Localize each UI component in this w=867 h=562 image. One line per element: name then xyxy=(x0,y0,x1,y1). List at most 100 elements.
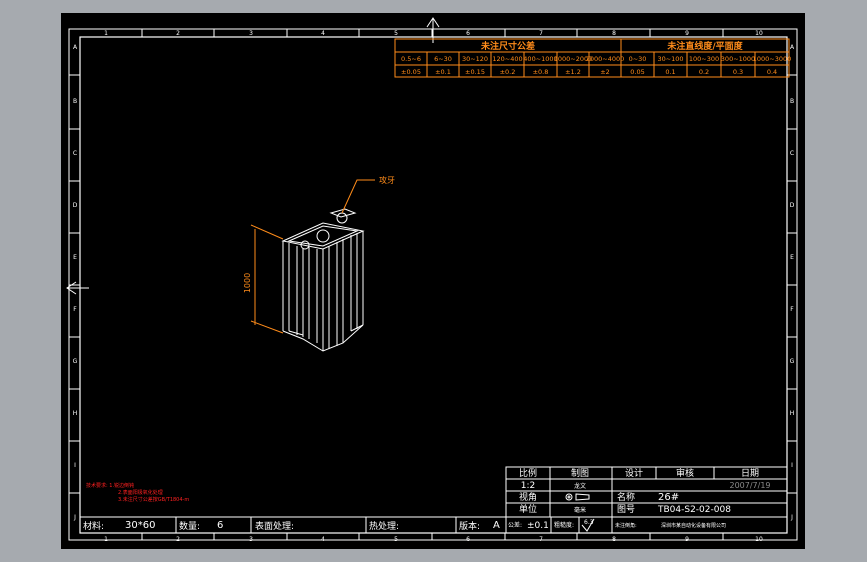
drawing-no-label: 图号 xyxy=(617,504,635,515)
grid-markers: 1 1 2 2 3 3 4 4 5 5 6 6 7 7 8 8 9 9 10 10 A A B B C C D D E E F F G G H H I I… xyxy=(69,29,797,543)
linear-range-cell: 400~1000 xyxy=(523,55,557,63)
linear-range-cell: 120~400 xyxy=(492,55,522,63)
heat-label: 热处理: xyxy=(369,520,399,532)
drawing-sheet: 1 1 2 2 3 3 4 4 5 5 6 6 7 7 8 8 9 9 10 10 A A B B C C D D E E F F G G H H I I… xyxy=(61,13,805,549)
version-value: A xyxy=(493,520,500,531)
grid-row-label: D xyxy=(73,202,78,209)
tolerance-value: ±0.1 xyxy=(527,521,549,531)
grid-row-label: A xyxy=(790,44,795,51)
grid-row-label: H xyxy=(73,410,78,417)
chamfer-label: 未注倒角: xyxy=(615,522,637,529)
grid-row-label: I xyxy=(791,462,793,469)
callout-label: 攻牙 xyxy=(379,175,395,185)
linear-value-cell: ±0.2 xyxy=(500,68,516,76)
version-label: 版本: xyxy=(459,520,480,532)
grid-row-label: G xyxy=(790,358,795,365)
angular-range-cell: 1000~3000 xyxy=(753,55,792,63)
grid-row-label: F xyxy=(73,306,77,313)
surface-label: 表面处理: xyxy=(255,520,294,532)
grid-col-label: 7 xyxy=(539,536,543,543)
grid-col-label: 2 xyxy=(176,30,180,37)
angular-value-cell: 0.05 xyxy=(630,68,644,76)
projection-symbol-icon xyxy=(565,493,590,501)
date-value: 2007/7/19 xyxy=(729,481,770,490)
grid-row-label: E xyxy=(73,254,77,261)
grid-col-label: 9 xyxy=(685,30,689,37)
material-label: 材料: xyxy=(83,520,104,532)
name-value: 26# xyxy=(658,492,679,503)
grid-col-label: 2 xyxy=(176,536,180,543)
grid-col-label: 7 xyxy=(539,30,543,37)
grid-col-label: 5 xyxy=(394,30,398,37)
callout-leader xyxy=(341,179,375,214)
linear-range-cell: 0.5~6 xyxy=(401,55,421,63)
review-label: 审核 xyxy=(676,467,694,479)
dimension-label: 1000 xyxy=(243,273,252,293)
dimension-line xyxy=(250,224,284,334)
grid-col-label: 4 xyxy=(321,30,325,37)
aluminum-profile-view xyxy=(281,208,365,352)
angular-range-cell: 300~1000 xyxy=(721,55,755,63)
scale-value: 1:2 xyxy=(521,481,535,491)
grid-col-label: 9 xyxy=(685,536,689,543)
angular-range-cell: 100~300 xyxy=(689,55,719,63)
angular-value-cell: 0.4 xyxy=(767,68,777,76)
grid-row-label: I xyxy=(74,462,76,469)
grid-row-label: C xyxy=(73,150,77,157)
linear-value-cell: ±0.1 xyxy=(435,68,451,76)
linear-value-cell: ±2 xyxy=(600,68,610,76)
grid-row-label: F xyxy=(790,306,794,313)
angle-label: 视角 xyxy=(519,491,537,503)
tolerance-label: 公差: xyxy=(508,521,522,529)
inner-frame xyxy=(79,36,788,534)
roughness-label: 粗糙度: xyxy=(554,521,574,529)
grid-col-label: 3 xyxy=(249,30,253,37)
angular-tolerance-title: 未注直线度/平面度 xyxy=(666,40,743,52)
angular-value-cell: 0.3 xyxy=(733,68,743,76)
grid-row-label: C xyxy=(790,150,794,157)
grid-row-label: D xyxy=(790,202,795,209)
linear-value-cell: ±0.8 xyxy=(533,68,549,76)
grid-row-label: H xyxy=(790,410,795,417)
note-line-1: 技术要求: 1.锐边倒钝 xyxy=(86,482,134,489)
outer-frame xyxy=(68,28,798,541)
linear-range-cell: 2000~4000 xyxy=(586,55,625,63)
draw-sub: 龙文 xyxy=(574,482,586,490)
grid-col-label: 10 xyxy=(755,536,763,543)
note-line-2: 2.表面阳极氧化处理 xyxy=(118,489,163,496)
unit-value: 毫米 xyxy=(574,506,586,514)
grid-row-label: A xyxy=(73,44,78,51)
grid-row-label: J xyxy=(790,514,793,521)
angular-value-cell: 0.2 xyxy=(699,68,709,76)
name-label: 名称 xyxy=(617,491,635,503)
grid-col-label: 4 xyxy=(321,536,325,543)
quantity-value: 6 xyxy=(217,520,223,531)
scale-label: 比例 xyxy=(519,467,537,479)
grid-col-label: 1 xyxy=(104,536,108,543)
unit-label: 单位 xyxy=(519,503,537,515)
grid-col-label: 6 xyxy=(466,30,470,37)
linear-value-cell: ±0.15 xyxy=(465,68,485,76)
quantity-label: 数量: xyxy=(179,520,200,532)
linear-value-cell: ±0.05 xyxy=(401,68,421,76)
linear-range-cell: 6~30 xyxy=(434,55,452,63)
grid-row-label: E xyxy=(790,254,794,261)
material-value: 30*60 xyxy=(125,520,155,531)
draw-label: 制图 xyxy=(571,467,589,479)
angular-range-cell: 30~100 xyxy=(657,55,683,63)
grid-col-label: 6 xyxy=(466,536,470,543)
grid-col-label: 1 xyxy=(104,30,108,37)
grid-row-label: B xyxy=(73,98,77,105)
drawing-no-value: TB04-S2-02-008 xyxy=(657,505,731,515)
grid-col-label: 8 xyxy=(612,536,616,543)
grid-col-label: 3 xyxy=(249,536,253,543)
note-line-3: 3.未注尺寸公差按GB/T1804-m xyxy=(118,496,189,503)
centering-mark-left xyxy=(66,281,89,295)
linear-range-cell: 30~120 xyxy=(462,55,488,63)
angular-value-cell: 0.1 xyxy=(665,68,675,76)
grid-col-label: 5 xyxy=(394,536,398,543)
company-name: 深圳市某自动化设备有限公司 xyxy=(661,522,726,529)
linear-value-cell: ±1.2 xyxy=(565,68,581,76)
linear-tolerance-title: 未注尺寸公差 xyxy=(480,40,535,52)
grid-col-label: 10 xyxy=(755,30,763,37)
